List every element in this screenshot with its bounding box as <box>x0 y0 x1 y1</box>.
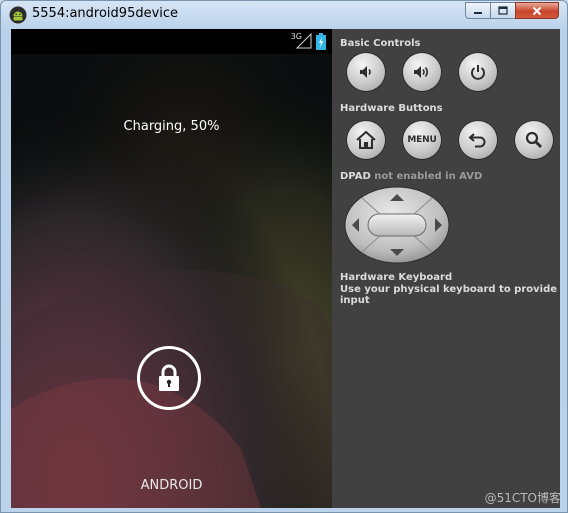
hardware-keyboard-description: Use your physical keyboard to provide in… <box>340 284 558 306</box>
menu-button[interactable]: MENU <box>403 121 441 159</box>
device-screen[interactable]: 3G Charging, 50% ANDROID <box>11 29 332 508</box>
dpad-note: not enabled in AVD <box>374 171 483 182</box>
dpad-title: DPAD not enabled in AVD <box>340 171 482 182</box>
hardware-keyboard-title: Hardware Keyboard <box>340 272 453 283</box>
search-button[interactable] <box>515 121 553 159</box>
lock-icon <box>159 364 179 391</box>
status-bar: 3G <box>11 29 332 54</box>
android-app-icon <box>9 6 27 24</box>
emulator-window: 5554:android95device 3G Charging, 50% AN… <box>0 0 568 513</box>
close-icon <box>532 6 542 15</box>
power-icon <box>471 65 485 80</box>
menu-button-label: MENU <box>407 135 437 145</box>
charging-status-text: Charging, 50% <box>123 119 220 134</box>
volume-up-button[interactable] <box>403 53 441 91</box>
maximize-button[interactable] <box>490 2 516 19</box>
volume-up-icon <box>414 66 429 78</box>
window-title: 5554:android95device <box>32 6 179 21</box>
wallpaper <box>11 29 332 508</box>
search-icon <box>525 131 543 149</box>
home-button[interactable] <box>347 121 385 159</box>
title-bar[interactable]: 5554:android95device <box>1 1 567 29</box>
back-button[interactable] <box>459 121 497 159</box>
window-controls <box>465 2 559 20</box>
volume-down-button[interactable] <box>347 53 385 91</box>
minimize-button[interactable] <box>465 2 491 19</box>
signal-icon <box>295 32 312 49</box>
maximize-icon <box>498 6 508 15</box>
basic-controls-title: Basic Controls <box>340 38 421 49</box>
battery-charging-icon <box>316 33 326 50</box>
power-button[interactable] <box>459 53 497 91</box>
volume-down-icon <box>360 66 371 78</box>
dpad-label: DPAD <box>340 171 371 182</box>
watermark: @51CTO博客 <box>484 491 561 505</box>
minimize-icon <box>474 11 482 14</box>
dpad[interactable] <box>344 186 450 264</box>
control-panel: Basic Controls Hardware Buttons MENU DPA… <box>332 29 560 508</box>
owner-label: ANDROID <box>140 478 203 493</box>
unlock-handle[interactable] <box>137 346 201 410</box>
home-icon <box>356 130 376 149</box>
dpad-center[interactable] <box>367 213 427 237</box>
hardware-buttons-title: Hardware Buttons <box>340 103 443 114</box>
back-icon <box>468 133 486 148</box>
close-button[interactable] <box>515 2 559 19</box>
